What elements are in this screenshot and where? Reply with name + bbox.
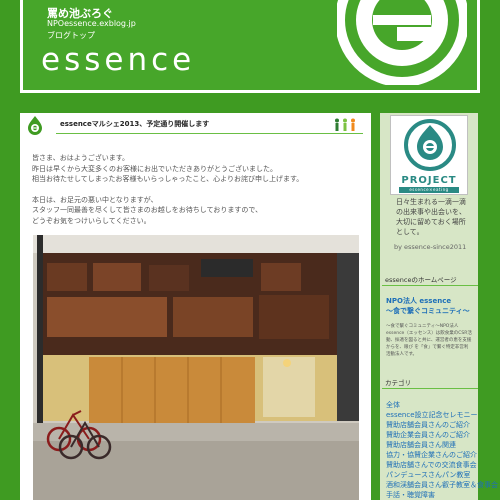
category-link[interactable]: essence設立記念セレモニー [386,410,498,420]
essence-drop-icon [28,116,42,135]
essence-logo: essence [41,42,196,78]
e2-project-icon [404,119,456,171]
category-link[interactable]: 手話・聴覚障害 [386,490,498,500]
blog-top-link[interactable]: ブログトップ [47,30,95,41]
entry-title-rule [56,133,363,134]
desc-line: の出来事や出会いを、 [396,208,466,216]
category-link[interactable]: 全体 [386,400,498,410]
people-icon [335,118,355,131]
category-link[interactable]: 賛助店舗会員さんのご紹介 [386,420,498,430]
home-heading: essenceのホームページ [382,274,478,286]
blog-url: NPOessence.exblog.jp [47,19,136,28]
entry-line: どうぞお気をつけいらしてください。 [32,216,151,225]
entry-line: 昨日は早くから大変多くのお客様にお出でいただきありがとうございました。 [32,164,277,173]
npo-title-line: 〜食で繋ぐコミュニティ〜 [386,307,470,315]
category-heading-label: カテゴリ [385,379,411,387]
blog-description: 日々生まれる一滴一滴 の出来事や出会いを、 大切に留めておく場所 として。 [396,197,466,237]
byline: by essence-since2011 [394,243,467,251]
project-tagline: essence×eating [399,187,459,193]
entry-body: 皆さま、おはようございます。 昨日は早くから大変多くのお客様にお出でいただきあり… [32,153,362,236]
entry-paragraph: 本日は、お足元の悪い中となりますが、 スタッフ一同最善を尽くして皆さまのお越しを… [32,195,362,227]
category-link[interactable]: パンデュースさんパン教室 [386,470,498,480]
category-link[interactable]: 協力・協賛企業さんのご紹介 [386,450,498,460]
heading-rule [382,388,478,389]
home-heading-label: essenceのホームページ [385,276,457,284]
npo-link[interactable]: NPO法人 essence 〜食で繋ぐコミュニティ〜 [386,296,470,316]
npo-title-line: NPO法人 essence [386,297,452,305]
entry-line: 皆さま、おはようございます。 [32,154,130,162]
entry-line: スタッフ一同最善を尽くして皆さまのお越しをお待ちしておりますので、 [32,206,263,214]
category-heading: カテゴリ [382,377,478,389]
category-link[interactable]: 酒和渓舗会員さん叡子教室＆食事会 [386,480,498,490]
desc-line: 日々生まれる一滴一滴 [396,198,466,206]
category-list: 全体 essence設立記念セレモニー 賛助店舗会員さんのご紹介 賛助企業会員さ… [386,400,498,500]
desc-line: 大切に留めておく場所 [396,218,466,226]
desc-line: として。 [396,228,424,236]
e2-project-badge[interactable]: PROJECT essence×eating [390,115,468,195]
entry-paragraph: 皆さま、おはようございます。 昨日は早くから大変多くのお客様にお出でいただきあり… [32,153,362,185]
blog-header: 罵め池ぶろぐ NPOessence.exblog.jp ブログトップ essen… [20,0,480,93]
entry-line: 相当お待たせしてしまったお客様もいらっしゃったこと、心よりお詫び申し上げます。 [32,175,304,183]
project-word: PROJECT [401,175,457,186]
essence-mark-icon [337,0,467,85]
category-link[interactable]: 賛助店舗会員さん関連 [386,440,498,450]
npo-description: 〜食で繋ぐコミュニティ〜NPO法人essence（エッセンス）は飲食業のCSR活… [386,324,472,357]
category-link[interactable]: 賛助企業会員さんのご紹介 [386,430,498,440]
category-link[interactable]: 賛助店舗さんでの交流食事会 [386,460,498,470]
storefront-photo [33,235,359,500]
entry-header: essenceマルシェ2013、予定通り開催します [20,113,371,139]
main-column: essenceマルシェ2013、予定通り開催します 皆さま、おはようございます。… [20,113,371,500]
sidebar: PROJECT essence×eating 日々生まれる一滴一滴 の出来事や出… [380,113,498,500]
entry-line: 本日は、お足元の悪い中となりますが、 [32,195,158,204]
heading-rule [382,285,478,286]
entry-title[interactable]: essenceマルシェ2013、予定通り開催します [60,119,209,129]
